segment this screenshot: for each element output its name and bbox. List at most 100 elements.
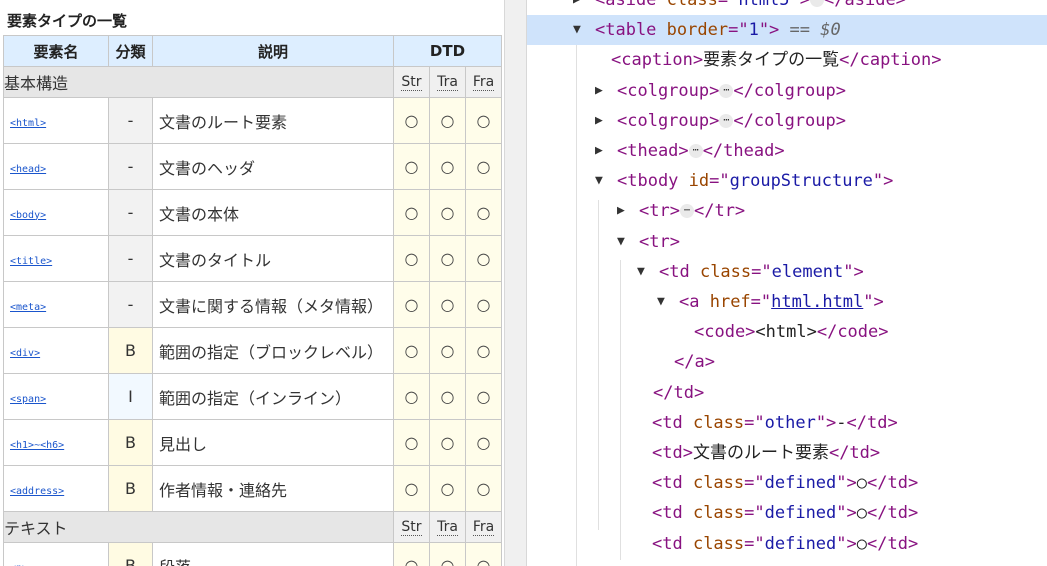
element-link[interactable]: <div> — [10, 348, 40, 359]
dom-node-row[interactable]: <td class="other">-</td> — [527, 408, 1047, 438]
dtd-support-cell: ○ — [465, 373, 502, 420]
attr-value-token: defined — [764, 503, 837, 524]
group-name: テキスト — [3, 511, 394, 543]
dtd-support-cell: ○ — [429, 281, 466, 328]
element-link[interactable]: <html> — [10, 118, 46, 129]
dom-node-row-selected[interactable]: ▼ <table border="1"> == $0 — [527, 15, 1047, 46]
dom-node-row[interactable]: <td class="defined">○</td> — [527, 529, 1047, 559]
dom-node-row[interactable]: <td>文書のルート要素</td> — [527, 438, 1047, 468]
expand-arrow-closed-icon[interactable]: ▶ — [595, 106, 609, 136]
text-node-token: 要素タイプの一覧 — [703, 50, 840, 71]
dom-node-row[interactable]: ▼ <a href="html.html"> — [527, 287, 1047, 317]
tag-token: <thead> — [617, 141, 689, 161]
dom-node-source: <a href="html.html"> — [679, 287, 884, 317]
dtd-abbr[interactable]: Str — [401, 519, 422, 536]
expand-arrow-open-icon[interactable]: ▼ — [637, 257, 651, 287]
dom-node-row[interactable]: <td class="defined">○</td> — [527, 498, 1047, 528]
dtd-support-cell: ○ — [393, 281, 430, 328]
dtd-abbr[interactable]: Fra — [472, 519, 495, 536]
element-link[interactable]: <address> — [10, 486, 64, 497]
collapsed-children-ellipsis[interactable]: ⋯ — [679, 204, 694, 219]
table-row: <meta> - 文書に関する情報（メタ情報） ○ ○ ○ — [3, 281, 502, 328]
dtd-support-cell: ○ — [465, 235, 502, 282]
text-node-token: ○ — [856, 473, 868, 494]
pane-splitter[interactable] — [504, 0, 527, 566]
description-cell: 範囲の指定（インライン） — [152, 373, 394, 420]
tag-token: </td> — [828, 443, 881, 463]
element-link[interactable]: <head> — [10, 164, 46, 175]
table-caption: 要素タイプの一覧 — [7, 12, 128, 30]
element-cell: <h1>~<h6> — [3, 419, 109, 466]
dom-node-row[interactable]: ▶ <tr> ⋯ </tr> — [527, 196, 1047, 226]
tag-token: <td — [652, 503, 693, 524]
dtd-support-cell: ○ — [393, 373, 430, 420]
dtd-support-cell: ○ — [465, 419, 502, 466]
description-cell: 文書のタイトル — [152, 235, 394, 282]
expand-arrow-closed-icon[interactable]: ▶ — [595, 136, 609, 166]
element-link[interactable]: <span> — [10, 394, 46, 405]
tag-token: "> — [863, 292, 884, 312]
dom-node-row[interactable]: <caption>要素タイプの一覧</caption> — [527, 45, 1047, 75]
dtd-support-cell: ○ — [393, 419, 430, 466]
element-link[interactable]: <h1>~<h6> — [10, 440, 64, 451]
category-cell: - — [108, 143, 153, 190]
dom-node-source: <td class="other">-</td> — [652, 408, 898, 438]
dom-node-row[interactable]: ▶ <aside class="html5">⋯</aside> — [527, 0, 1047, 15]
attr-value-token: element — [771, 261, 844, 282]
tag-token: </thead> — [702, 141, 785, 161]
dom-node-row[interactable]: ▶ <thead> ⋯ </thead> — [527, 136, 1047, 166]
dtd-abbr[interactable]: Fra — [472, 74, 495, 91]
col-header-category: 分類 — [108, 35, 153, 67]
collapsed-children-ellipsis[interactable]: ⋯ — [719, 113, 734, 128]
expand-arrow-open-icon[interactable]: ▼ — [617, 227, 631, 257]
dtd-support-cell: ○ — [465, 189, 502, 236]
tag-token: <td — [652, 412, 693, 433]
tag-token: <tr> — [639, 201, 680, 222]
dtd-support-cell: ○ — [393, 97, 430, 144]
dom-node-row[interactable]: ▶ <colgroup> ⋯ </colgroup> — [527, 106, 1047, 136]
href-value: html.html — [771, 292, 863, 312]
dom-node-row[interactable]: ▼ <tr> — [527, 227, 1047, 257]
dtd-support-cell: ○ — [465, 542, 502, 566]
dom-node-row[interactable]: <code><html></code> — [527, 317, 1047, 347]
dtd-abbr[interactable]: Str — [401, 74, 422, 91]
col-header-dtd: DTD — [393, 35, 502, 67]
dom-node-row[interactable]: ▼ <td class="element"> — [527, 257, 1047, 287]
collapsed-children-ellipsis[interactable]: ⋯ — [810, 0, 825, 7]
dtd-support-cell: ○ — [429, 143, 466, 190]
element-link[interactable]: <p> — [10, 563, 28, 566]
expand-arrow-closed-icon[interactable]: ▶ — [595, 76, 609, 106]
collapsed-children-ellipsis[interactable]: ⋯ — [688, 144, 703, 158]
category-cell: B — [108, 542, 153, 566]
href-link[interactable]: html.html — [771, 292, 863, 312]
tag-token: "> — [836, 503, 857, 524]
dom-node-row[interactable]: <td class="defined">○</td> — [527, 468, 1047, 498]
tag-token: =" — [751, 261, 772, 282]
element-link[interactable]: <body> — [10, 210, 46, 221]
expand-arrow-open-icon[interactable]: ▼ — [595, 166, 609, 196]
text-node-token: - — [836, 412, 847, 433]
dom-node-row[interactable]: </a> — [527, 347, 1047, 377]
dtd-sub-header: Fra — [465, 66, 502, 98]
attr-name-token: class — [692, 473, 745, 494]
tag-token: =" — [744, 473, 765, 494]
text-node-token: ○ — [856, 533, 868, 554]
expand-arrow-closed-icon[interactable]: ▶ — [573, 0, 587, 15]
dtd-abbr[interactable]: Tra — [437, 519, 458, 536]
dtd-abbr[interactable]: Tra — [437, 74, 458, 91]
element-cell: <html> — [3, 97, 109, 144]
attr-value-token: defined — [764, 473, 837, 494]
dom-node-row[interactable]: ▶ <colgroup> ⋯ </colgroup> — [527, 76, 1047, 106]
expand-arrow-open-icon[interactable]: ▼ — [573, 15, 587, 45]
expand-arrow-closed-icon[interactable]: ▶ — [617, 196, 631, 226]
dom-node-row[interactable]: ▼ <tbody id="groupStructure"> — [527, 166, 1047, 196]
attr-name-token: class — [692, 412, 745, 433]
expand-arrow-open-icon[interactable]: ▼ — [657, 287, 671, 317]
collapsed-children-ellipsis[interactable]: ⋯ — [719, 83, 734, 98]
category-cell: - — [108, 189, 153, 236]
tag-token: </td> — [867, 473, 919, 494]
element-link[interactable]: <title> — [10, 256, 52, 267]
dom-node-row[interactable]: </td> — [527, 378, 1047, 408]
category-cell: B — [108, 419, 153, 466]
element-link[interactable]: <meta> — [10, 302, 46, 313]
